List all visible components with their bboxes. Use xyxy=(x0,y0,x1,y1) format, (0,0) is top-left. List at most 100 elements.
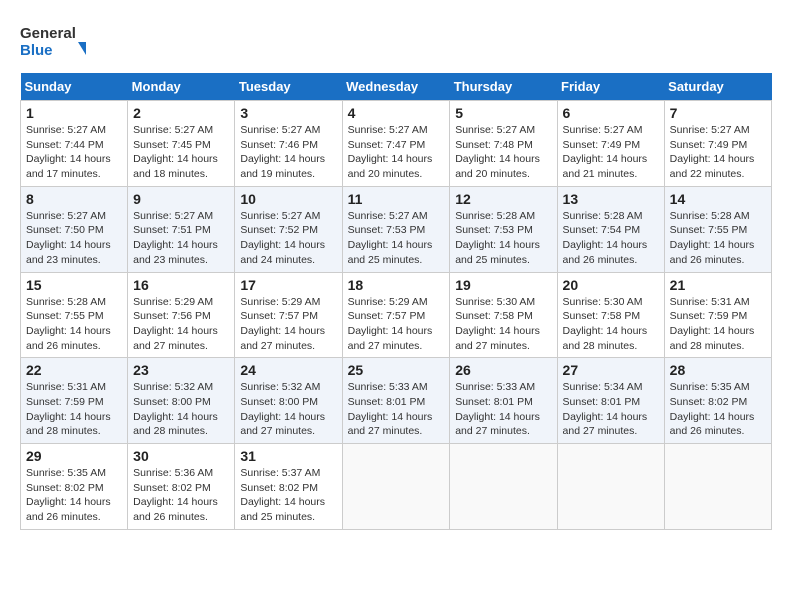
day-info: Sunrise: 5:29 AMSunset: 7:57 PMDaylight:… xyxy=(240,295,336,354)
header: General Blue xyxy=(20,20,772,65)
day-info: Sunrise: 5:37 AMSunset: 8:02 PMDaylight:… xyxy=(240,466,336,525)
day-info: Sunrise: 5:27 AMSunset: 7:52 PMDaylight:… xyxy=(240,209,336,268)
day-header-wednesday: Wednesday xyxy=(342,73,450,101)
day-number: 12 xyxy=(455,191,551,207)
day-info: Sunrise: 5:31 AMSunset: 7:59 PMDaylight:… xyxy=(670,295,766,354)
day-number: 22 xyxy=(26,362,122,378)
day-info: Sunrise: 5:35 AMSunset: 8:02 PMDaylight:… xyxy=(670,380,766,439)
calendar-day-cell: 10 Sunrise: 5:27 AMSunset: 7:52 PMDayligh… xyxy=(235,186,342,272)
day-number: 29 xyxy=(26,448,122,464)
calendar-day-cell: 7Sunrise: 5:27 AMSunset: 7:49 PMDaylight… xyxy=(664,101,771,187)
day-info: Sunrise: 5:32 AMSunset: 8:00 PMDaylight:… xyxy=(240,380,336,439)
day-number: 10 xyxy=(240,191,336,207)
svg-text:General: General xyxy=(20,25,76,42)
day-number: 6 xyxy=(563,105,659,121)
empty-cell xyxy=(342,444,450,530)
day-number: 13 xyxy=(563,191,659,207)
calendar-day-cell: 27Sunrise: 5:34 AMSunset: 8:01 PMDayligh… xyxy=(557,358,664,444)
calendar-day-cell: 12Sunrise: 5:28 AMSunset: 7:53 PMDayligh… xyxy=(450,186,557,272)
calendar-day-cell: 1Sunrise: 5:27 AMSunset: 7:44 PMDaylight… xyxy=(21,101,128,187)
logo-svg: General Blue xyxy=(20,20,90,65)
day-info: Sunrise: 5:27 AMSunset: 7:46 PMDaylight:… xyxy=(240,123,336,182)
day-number: 17 xyxy=(240,277,336,293)
day-number: 8 xyxy=(26,191,122,207)
day-number: 15 xyxy=(26,277,122,293)
day-number: 20 xyxy=(563,277,659,293)
day-number: 19 xyxy=(455,277,551,293)
calendar-day-cell: 20 Sunrise: 5:30 AMSunset: 7:58 PMDayligh… xyxy=(557,272,664,358)
calendar-day-cell: 16 Sunrise: 5:29 AMSunset: 7:56 PMDayligh… xyxy=(128,272,235,358)
day-info: Sunrise: 5:27 AMSunset: 7:53 PMDaylight:… xyxy=(348,209,445,268)
calendar-day-cell: 11 Sunrise: 5:27 AMSunset: 7:53 PMDayligh… xyxy=(342,186,450,272)
calendar-body: 1Sunrise: 5:27 AMSunset: 7:44 PMDaylight… xyxy=(21,101,772,530)
day-info: Sunrise: 5:33 AMSunset: 8:01 PMDaylight:… xyxy=(348,380,445,439)
calendar-week-row: 8Sunrise: 5:27 AMSunset: 7:50 PMDaylight… xyxy=(21,186,772,272)
day-info: Sunrise: 5:28 AMSunset: 7:55 PMDaylight:… xyxy=(26,295,122,354)
day-number: 21 xyxy=(670,277,766,293)
empty-cell xyxy=(450,444,557,530)
day-header-saturday: Saturday xyxy=(664,73,771,101)
day-info: Sunrise: 5:30 AMSunset: 7:58 PMDaylight:… xyxy=(563,295,659,354)
calendar-day-cell: 26 Sunrise: 5:33 AMSunset: 8:01 PMDayligh… xyxy=(450,358,557,444)
calendar-day-cell: 14 Sunrise: 5:28 AMSunset: 7:55 PMDayligh… xyxy=(664,186,771,272)
calendar-day-cell: 9 Sunrise: 5:27 AMSunset: 7:51 PMDaylight… xyxy=(128,186,235,272)
day-number: 30 xyxy=(133,448,229,464)
calendar-day-cell: 30 Sunrise: 5:36 AMSunset: 8:02 PMDayligh… xyxy=(128,444,235,530)
day-number: 2 xyxy=(133,105,229,121)
day-info: Sunrise: 5:27 AMSunset: 7:49 PMDaylight:… xyxy=(670,123,766,182)
calendar-week-row: 1Sunrise: 5:27 AMSunset: 7:44 PMDaylight… xyxy=(21,101,772,187)
calendar-day-cell: 8Sunrise: 5:27 AMSunset: 7:50 PMDaylight… xyxy=(21,186,128,272)
calendar-week-row: 29 Sunrise: 5:35 AMSunset: 8:02 PMDayligh… xyxy=(21,444,772,530)
day-number: 31 xyxy=(240,448,336,464)
calendar-table: SundayMondayTuesdayWednesdayThursdayFrid… xyxy=(20,73,772,530)
day-header-friday: Friday xyxy=(557,73,664,101)
calendar-day-cell: 25Sunrise: 5:33 AMSunset: 8:01 PMDayligh… xyxy=(342,358,450,444)
day-info: Sunrise: 5:29 AMSunset: 7:57 PMDaylight:… xyxy=(348,295,445,354)
day-header-monday: Monday xyxy=(128,73,235,101)
calendar-day-cell: 18 Sunrise: 5:29 AMSunset: 7:57 PMDayligh… xyxy=(342,272,450,358)
day-number: 27 xyxy=(563,362,659,378)
calendar-day-cell: 3 Sunrise: 5:27 AMSunset: 7:46 PMDaylight… xyxy=(235,101,342,187)
day-info: Sunrise: 5:27 AMSunset: 7:47 PMDaylight:… xyxy=(348,123,445,182)
day-number: 28 xyxy=(670,362,766,378)
day-number: 11 xyxy=(348,191,445,207)
day-header-tuesday: Tuesday xyxy=(235,73,342,101)
day-info: Sunrise: 5:27 AMSunset: 7:49 PMDaylight:… xyxy=(563,123,659,182)
empty-cell xyxy=(557,444,664,530)
day-number: 3 xyxy=(240,105,336,121)
day-info: Sunrise: 5:28 AMSunset: 7:55 PMDaylight:… xyxy=(670,209,766,268)
day-info: Sunrise: 5:27 AMSunset: 7:51 PMDaylight:… xyxy=(133,209,229,268)
day-number: 5 xyxy=(455,105,551,121)
day-info: Sunrise: 5:27 AMSunset: 7:45 PMDaylight:… xyxy=(133,123,229,182)
calendar-day-cell: 28 Sunrise: 5:35 AMSunset: 8:02 PMDayligh… xyxy=(664,358,771,444)
day-info: Sunrise: 5:35 AMSunset: 8:02 PMDaylight:… xyxy=(26,466,122,525)
calendar-day-cell: 19Sunrise: 5:30 AMSunset: 7:58 PMDayligh… xyxy=(450,272,557,358)
day-info: Sunrise: 5:33 AMSunset: 8:01 PMDaylight:… xyxy=(455,380,551,439)
day-number: 16 xyxy=(133,277,229,293)
day-number: 9 xyxy=(133,191,229,207)
calendar-week-row: 15 Sunrise: 5:28 AMSunset: 7:55 PMDayligh… xyxy=(21,272,772,358)
day-number: 23 xyxy=(133,362,229,378)
day-info: Sunrise: 5:29 AMSunset: 7:56 PMDaylight:… xyxy=(133,295,229,354)
day-number: 4 xyxy=(348,105,445,121)
day-info: Sunrise: 5:36 AMSunset: 8:02 PMDaylight:… xyxy=(133,466,229,525)
day-info: Sunrise: 5:28 AMSunset: 7:54 PMDaylight:… xyxy=(563,209,659,268)
day-info: Sunrise: 5:27 AMSunset: 7:48 PMDaylight:… xyxy=(455,123,551,182)
calendar-day-cell: 5 Sunrise: 5:27 AMSunset: 7:48 PMDaylight… xyxy=(450,101,557,187)
calendar-day-cell: 15 Sunrise: 5:28 AMSunset: 7:55 PMDayligh… xyxy=(21,272,128,358)
day-info: Sunrise: 5:31 AMSunset: 7:59 PMDaylight:… xyxy=(26,380,122,439)
day-number: 14 xyxy=(670,191,766,207)
day-header-sunday: Sunday xyxy=(21,73,128,101)
logo: General Blue xyxy=(20,20,90,65)
day-number: 18 xyxy=(348,277,445,293)
day-header-thursday: Thursday xyxy=(450,73,557,101)
calendar-day-cell: 21 Sunrise: 5:31 AMSunset: 7:59 PMDayligh… xyxy=(664,272,771,358)
day-number: 1 xyxy=(26,105,122,121)
calendar-day-cell: 24Sunrise: 5:32 AMSunset: 8:00 PMDayligh… xyxy=(235,358,342,444)
empty-cell xyxy=(664,444,771,530)
day-number: 26 xyxy=(455,362,551,378)
calendar-day-cell: 6 Sunrise: 5:27 AMSunset: 7:49 PMDaylight… xyxy=(557,101,664,187)
day-info: Sunrise: 5:32 AMSunset: 8:00 PMDaylight:… xyxy=(133,380,229,439)
calendar-day-cell: 29 Sunrise: 5:35 AMSunset: 8:02 PMDayligh… xyxy=(21,444,128,530)
calendar-day-cell: 17 Sunrise: 5:29 AMSunset: 7:57 PMDayligh… xyxy=(235,272,342,358)
